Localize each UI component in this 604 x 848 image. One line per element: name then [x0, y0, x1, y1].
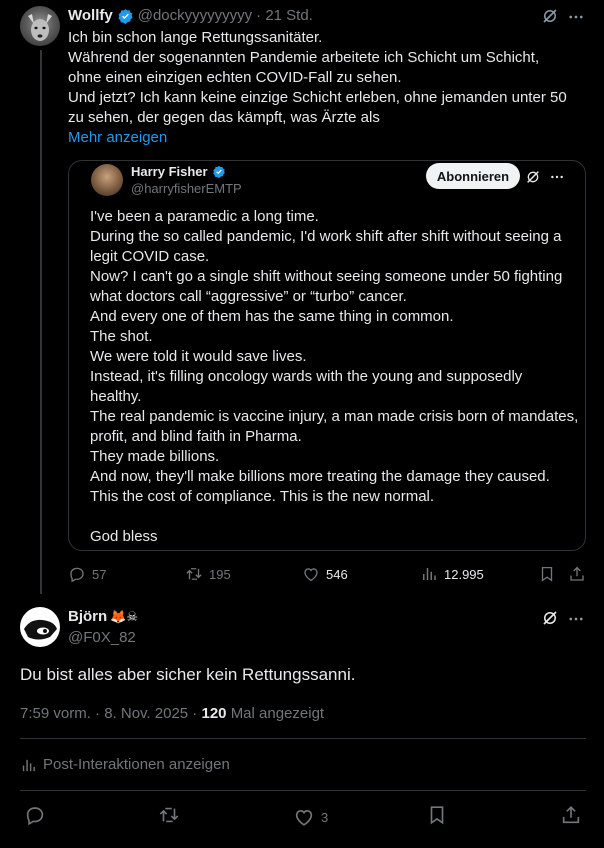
embed-avatar [91, 164, 123, 196]
views-icon [420, 565, 438, 583]
bookmark-icon[interactable] [538, 565, 556, 583]
embed-line: profit, and blind faith in Pharma. [90, 428, 302, 445]
embed-line: I've been a paramedic a long time. [90, 208, 319, 225]
embed-line: During the so called pandemic, I'd work … [90, 228, 562, 245]
like-icon [302, 565, 320, 583]
embed-line: And every one of them has the same thing… [90, 308, 454, 325]
grok-icon[interactable] [541, 609, 559, 627]
grok-icon [525, 169, 541, 185]
post-time[interactable]: · 21 Std. [256, 6, 313, 26]
like-count: 3 [321, 809, 329, 825]
reply-text: Du bist alles aber sicher kein Rettungss… [20, 665, 356, 684]
author-name[interactable]: Wollfy [68, 6, 113, 26]
show-more-link[interactable]: Mehr anzeigen [68, 128, 167, 148]
text-line: Ich bin schon lange Rettungssanitäter. [68, 29, 323, 46]
embed-handle: @harryfisherEMTP [131, 181, 242, 196]
reply-meta: 7:59 vorm. · 8. Nov. 2025 · 120 Mal ange… [20, 704, 324, 724]
embed-line: healthy. [90, 388, 142, 405]
views-button[interactable]: 12.995 [420, 565, 484, 583]
reply-button[interactable]: 57 [68, 565, 106, 583]
embed-line: The shot. [90, 328, 153, 345]
post-interactions-label: Post-Interaktionen anzeigen [43, 756, 230, 773]
share-icon[interactable] [560, 804, 582, 826]
embed-line: This the cost of compliance. This is the… [90, 488, 435, 505]
author-handle[interactable]: @dockyyyyyyyyy [138, 6, 252, 26]
view-count: 120 [201, 705, 227, 722]
text-line: ohne einen einzigen echten COVID-Fall zu… [68, 69, 402, 86]
repost-count: 195 [209, 566, 231, 582]
embed-line: They made billions. [90, 448, 220, 465]
verified-icon [117, 8, 134, 25]
parent-header: Wollfy @dockyyyyyyyyy · 21 Std. [68, 6, 313, 26]
author-emoji: 🦊☠ [110, 609, 139, 624]
parent-avatar[interactable] [20, 6, 60, 46]
reply-header: Björn 🦊☠ [68, 607, 138, 627]
reply-icon[interactable] [24, 804, 46, 826]
like-count: 546 [326, 566, 348, 582]
repost-icon [185, 565, 203, 583]
view-label: Mal angezeigt [230, 705, 325, 722]
embed-line: The real pandemic is vaccine injury, a m… [90, 408, 579, 425]
embed-line: what doctors call “aggressive” or “turbo… [90, 288, 407, 305]
text-line: Während der sogenannten Pandemie arbeite… [68, 49, 540, 66]
more-icon[interactable] [567, 610, 585, 628]
share-icon[interactable] [568, 565, 586, 583]
verified-icon [212, 165, 226, 179]
thread-line [40, 50, 42, 594]
divider [20, 738, 586, 739]
like-button[interactable]: 3 [293, 806, 328, 828]
embed-line [90, 507, 585, 527]
like-button[interactable]: 546 [302, 565, 348, 583]
bookmark-icon[interactable] [426, 804, 448, 826]
reply-avatar[interactable] [20, 607, 60, 647]
post-interactions-link[interactable]: Post-Interaktionen anzeigen [20, 755, 230, 775]
reply-handle[interactable]: @F0X_82 [68, 628, 136, 648]
views-count: 12.995 [444, 566, 484, 582]
more-icon [549, 169, 565, 185]
embed-line: legit COVID case. [90, 248, 210, 265]
reply-author-name[interactable]: Björn [68, 607, 107, 627]
repost-icon[interactable] [158, 804, 180, 826]
parent-text: Ich bin schon lange Rettungssanitäter. W… [68, 28, 594, 128]
embed-line: Now? I can't go a single shift without s… [90, 268, 563, 285]
grok-icon[interactable] [541, 7, 559, 25]
embed-header: Harry Fisher [131, 163, 226, 180]
reply-timestamp[interactable]: 7:59 vorm. · 8. Nov. 2025 · [20, 705, 197, 722]
repost-button[interactable]: 195 [185, 565, 231, 583]
reply-count: 57 [92, 566, 107, 582]
embed-author-name: Harry Fisher [131, 164, 208, 179]
reply-icon [68, 565, 86, 583]
embed-body: I've been a paramedic a long time. Durin… [90, 207, 585, 547]
text-line: zu sehen, der gegen das kämpft, was Ärzt… [68, 109, 380, 126]
like-icon [293, 806, 315, 828]
text-line: Und jetzt? Ich kann keine einzige Schich… [68, 89, 567, 106]
follow-button: Abonnieren [426, 163, 520, 189]
views-icon [20, 757, 37, 774]
divider [20, 790, 586, 791]
embed-line: Instead, it's filling oncology wards wit… [90, 368, 523, 385]
embed-line: God bless [90, 528, 158, 545]
more-icon[interactable] [567, 8, 585, 26]
embedded-image[interactable]: Harry Fisher @harryfisherEMTP I've been … [68, 160, 586, 551]
embed-line: We were told it would save lives. [90, 348, 307, 365]
embed-line: And now, they'll make billions more trea… [90, 468, 550, 485]
